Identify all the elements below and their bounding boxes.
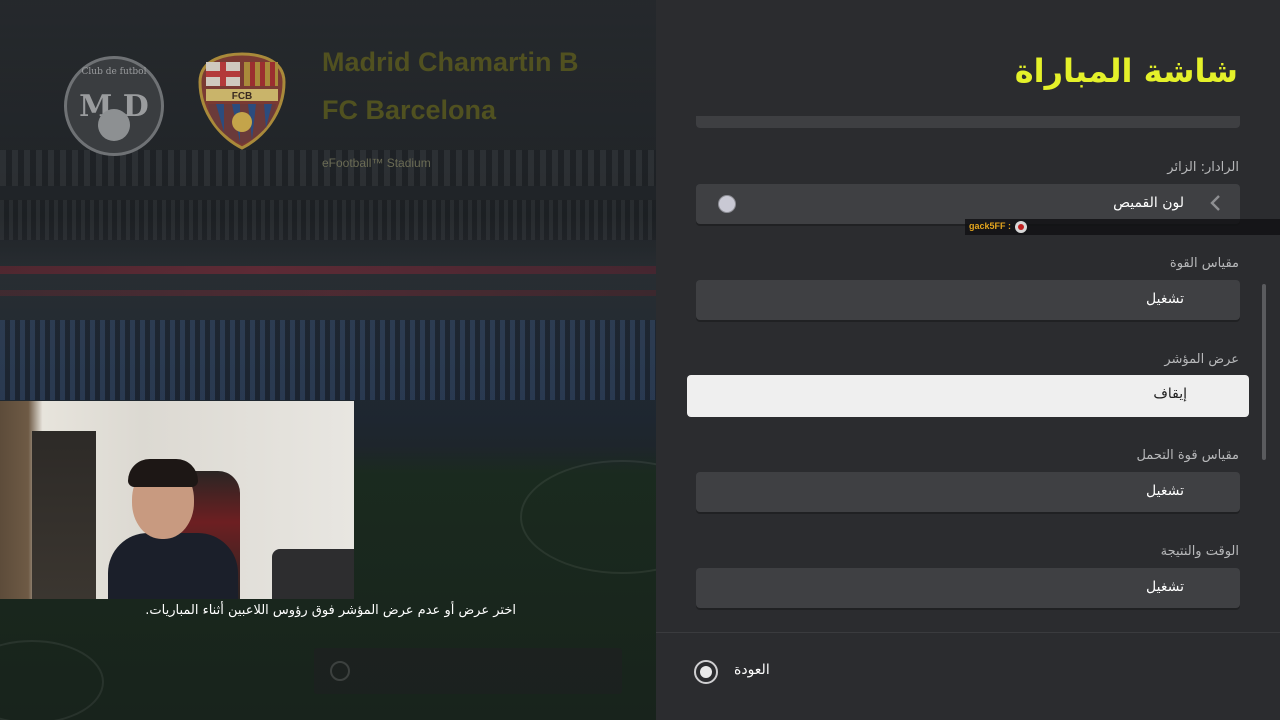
setting-label-stamina-gauge: مقياس قوة التحمل <box>1136 448 1239 463</box>
back-button-label: العودة <box>734 662 770 678</box>
setting-label-time-score: الوقت والنتيجة <box>1160 544 1239 559</box>
setting-label-power-gauge: مقياس القوة <box>1169 256 1239 271</box>
setting-label-cursor-display: عرض المؤشر <box>1164 352 1239 367</box>
setting-value-time-score: تشغيل <box>1146 579 1184 595</box>
color-dot-icon <box>718 195 736 213</box>
setting-label-radar-away: الرادار: الزائر <box>1167 160 1239 175</box>
chevron-left-icon[interactable] <box>1206 193 1226 213</box>
setting-field-cursor-display[interactable]: إيقاف <box>687 375 1249 417</box>
chat-avatar-icon <box>1015 221 1027 233</box>
pitch-arc <box>0 640 104 720</box>
button-icon <box>330 661 350 681</box>
setting-field-time-score[interactable]: تشغيل <box>696 568 1240 608</box>
panel-title: شاشة المباراة <box>1014 52 1238 90</box>
setting-value-cursor-display: إيقاف <box>1153 386 1187 402</box>
setting-field-radar-away[interactable]: لون القميص <box>696 184 1240 224</box>
home-club-logo-caption: Club de futbol <box>81 67 147 77</box>
setting-field-power-gauge[interactable]: تشغيل <box>696 280 1240 320</box>
faded-button <box>314 648 622 694</box>
webcam-person-hair <box>128 459 198 487</box>
circle-button-icon[interactable] <box>694 660 718 684</box>
home-team-name: Madrid Chamartin B <box>322 47 579 77</box>
setting-value-power-gauge: تشغيل <box>1146 291 1184 307</box>
webcam-person-body <box>108 533 238 599</box>
chat-overlay: gack5FF : <box>965 219 1280 235</box>
away-team-name: FC Barcelona <box>322 95 497 125</box>
fc-barcelona-crest: FCB <box>198 52 286 150</box>
previous-setting-field-edge[interactable] <box>696 116 1240 128</box>
stadium-seats <box>0 320 656 400</box>
stadium-name: eFootball™ Stadium <box>322 156 431 170</box>
setting-description: اختر عرض أو عدم عرض المؤشر فوق رؤوس اللا… <box>145 603 516 618</box>
chat-username: gack5FF : <box>969 221 1012 231</box>
panel-scrollbar[interactable] <box>1262 284 1266 460</box>
ad-board-lower <box>0 290 656 296</box>
setting-value-radar-away: لون القميص <box>1113 195 1184 211</box>
stadium-stand-middle <box>0 200 656 240</box>
home-club-logo: Club de futbol M D <box>64 56 164 156</box>
fcb-crest-text: FCB <box>232 91 253 102</box>
setting-field-stamina-gauge[interactable]: تشغيل <box>696 472 1240 512</box>
ad-board <box>0 266 656 274</box>
pitch-center-circle <box>520 460 656 574</box>
stadium-background: Club de futbol M D FCB Madrid Chamartin … <box>0 0 656 720</box>
match-title: Madrid Chamartin B FC Barcelona <box>322 44 652 140</box>
webcam-armchair <box>272 549 354 599</box>
setting-value-stamina-gauge: تشغيل <box>1146 483 1184 499</box>
webcam-overlay <box>0 401 354 599</box>
webcam-door <box>32 431 96 599</box>
back-button[interactable]: العودة <box>694 657 894 687</box>
footer-divider <box>656 632 1280 633</box>
football-icon <box>98 109 130 141</box>
settings-panel: شاشة المباراة الرادار: الزائر لون القميص… <box>656 0 1280 720</box>
